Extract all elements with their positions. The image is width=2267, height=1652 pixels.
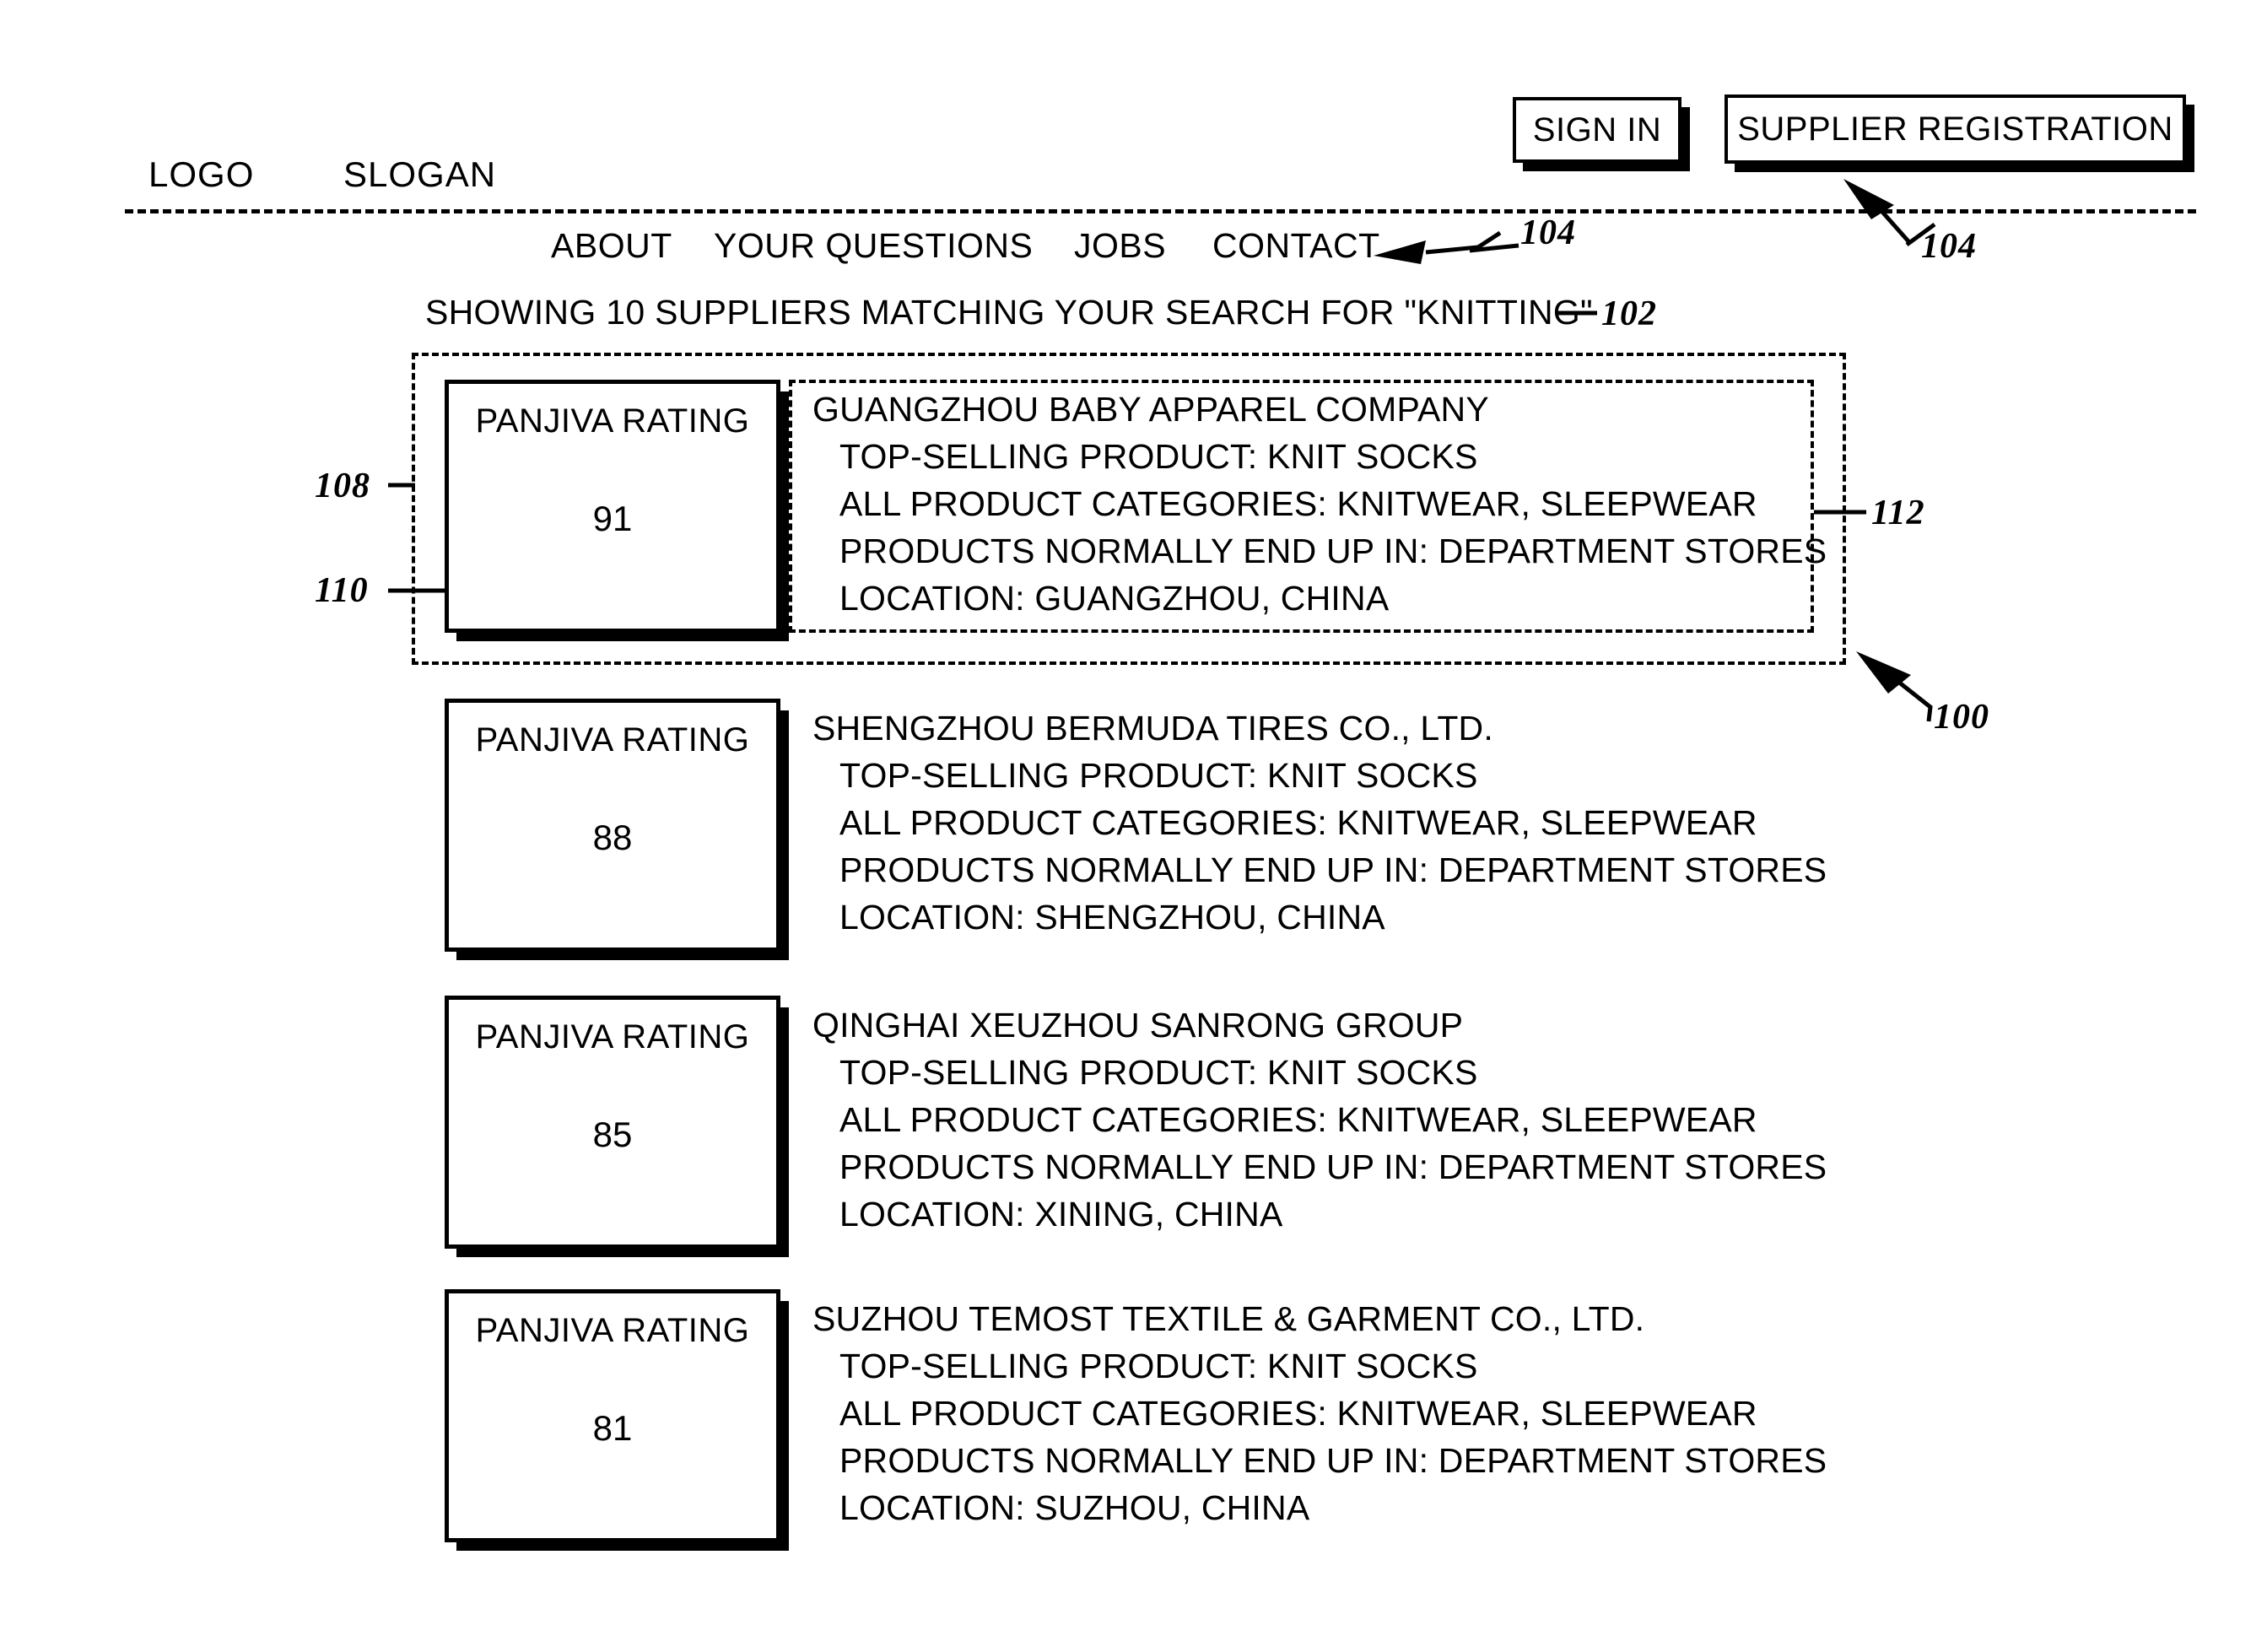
ref-numeral-100: 100 [1934, 698, 1989, 737]
patent-figure: SIGN IN SUPPLIER REGISTRATION LOGO SLOGA… [0, 0, 2267, 1652]
ref-numeral-104-register: 104 [1921, 227, 1977, 266]
ref-numeral-102: 102 [1601, 294, 1657, 333]
ref-numeral-110: 110 [315, 571, 369, 610]
ref-numeral-112: 112 [1871, 494, 1925, 532]
ref-numeral-108: 108 [315, 467, 370, 505]
ref-numeral-104-nav: 104 [1520, 213, 1576, 252]
